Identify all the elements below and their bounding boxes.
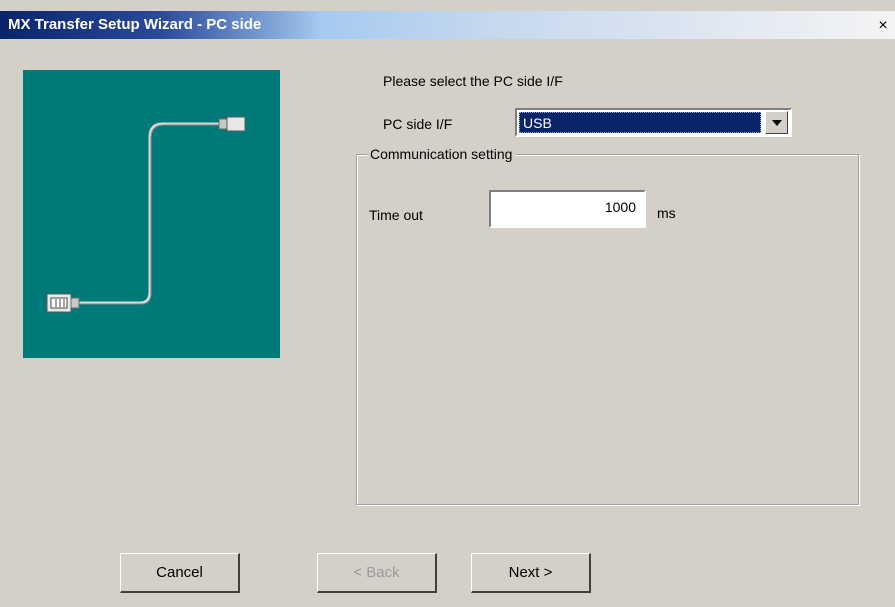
cable-illustration: [23, 70, 280, 358]
pc-if-label: PC side I/F: [383, 116, 453, 132]
pc-if-prompt: Please select the PC side I/F: [383, 73, 563, 89]
cable-icon: [46, 116, 246, 313]
window-title: MX Transfer Setup Wizard - PC side: [8, 16, 262, 33]
next-button[interactable]: Next >: [471, 553, 591, 593]
chevron-down-icon[interactable]: [765, 111, 788, 134]
close-icon[interactable]: ×: [873, 17, 893, 35]
timeout-label: Time out: [369, 207, 423, 223]
pc-if-selected-value[interactable]: USB: [519, 112, 761, 133]
communication-setting-legend: Communication setting: [367, 146, 516, 162]
wizard-window: MX Transfer Setup Wizard - PC side × Ple…: [0, 0, 895, 607]
timeout-input[interactable]: 1000: [489, 190, 646, 228]
title-bar[interactable]: MX Transfer Setup Wizard - PC side ×: [0, 11, 895, 39]
pc-if-dropdown[interactable]: USB: [515, 108, 792, 137]
back-button[interactable]: < Back: [317, 553, 437, 593]
cancel-button[interactable]: Cancel: [120, 553, 240, 593]
timeout-unit: ms: [657, 205, 676, 221]
